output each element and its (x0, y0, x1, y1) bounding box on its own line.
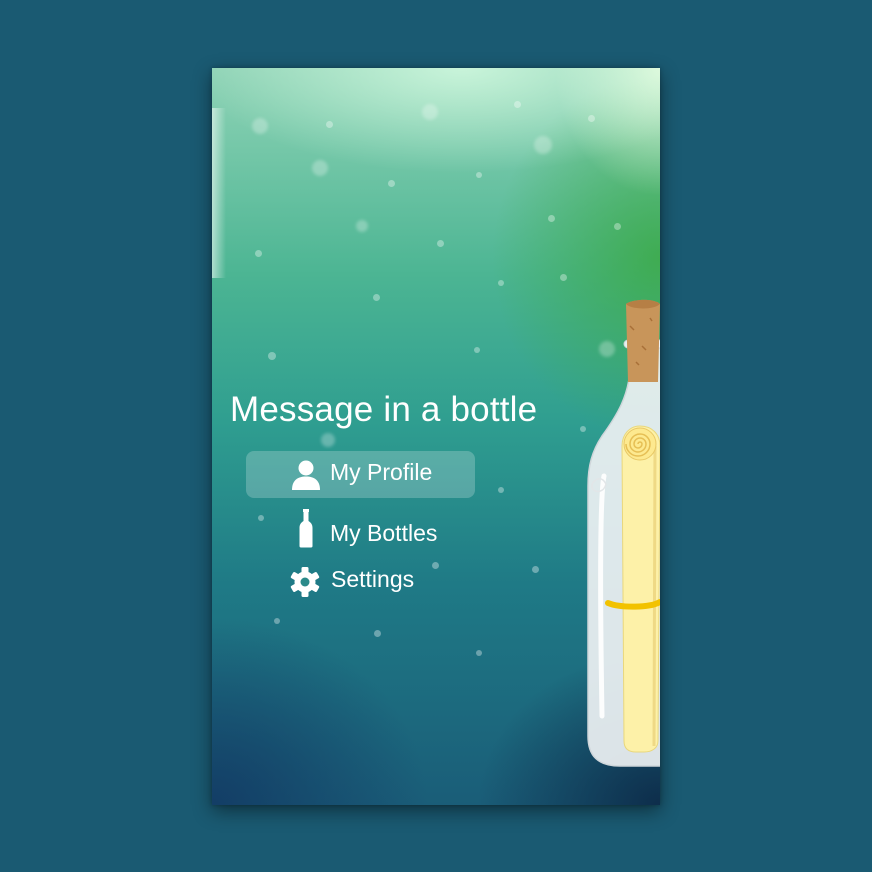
bubble (373, 294, 380, 301)
bubble (514, 101, 521, 108)
menu-item-my-bottles[interactable]: My Bottles (246, 509, 475, 556)
bubble (374, 630, 381, 637)
bubble (321, 433, 335, 447)
bubble (312, 160, 328, 176)
bubble (268, 352, 276, 360)
menu-label-my-profile: My Profile (330, 459, 433, 485)
bubble (498, 280, 504, 286)
bubble (476, 172, 482, 178)
bubble (474, 347, 480, 353)
bubble (614, 223, 621, 230)
bubble (498, 487, 504, 493)
menu-item-my-profile[interactable]: My Profile (246, 451, 475, 498)
bubble (560, 274, 567, 281)
bubble (588, 115, 595, 122)
page-title: Message in a bottle (230, 390, 538, 429)
bubble (548, 215, 555, 222)
bubble (532, 566, 539, 573)
bubble (437, 240, 444, 247)
person-icon (292, 460, 320, 490)
bubble (476, 650, 482, 656)
bubble (534, 136, 552, 154)
bubble (356, 220, 368, 232)
bubble (326, 121, 333, 128)
bubble (274, 618, 280, 624)
message-bottle-illustration (587, 299, 660, 767)
bottle-icon (299, 509, 313, 548)
menu-item-settings[interactable]: Settings (246, 558, 475, 605)
menu-label-my-bottles: My Bottles (330, 520, 438, 546)
bubble (255, 250, 262, 257)
menu-label-settings: Settings (331, 566, 415, 592)
app-screen: Message in a bottle My Profile My Bottle… (212, 68, 660, 805)
bubble (422, 104, 438, 120)
edge-glow (212, 108, 226, 278)
bubble (252, 118, 268, 134)
bubble (388, 180, 395, 187)
gear-icon (290, 567, 320, 597)
